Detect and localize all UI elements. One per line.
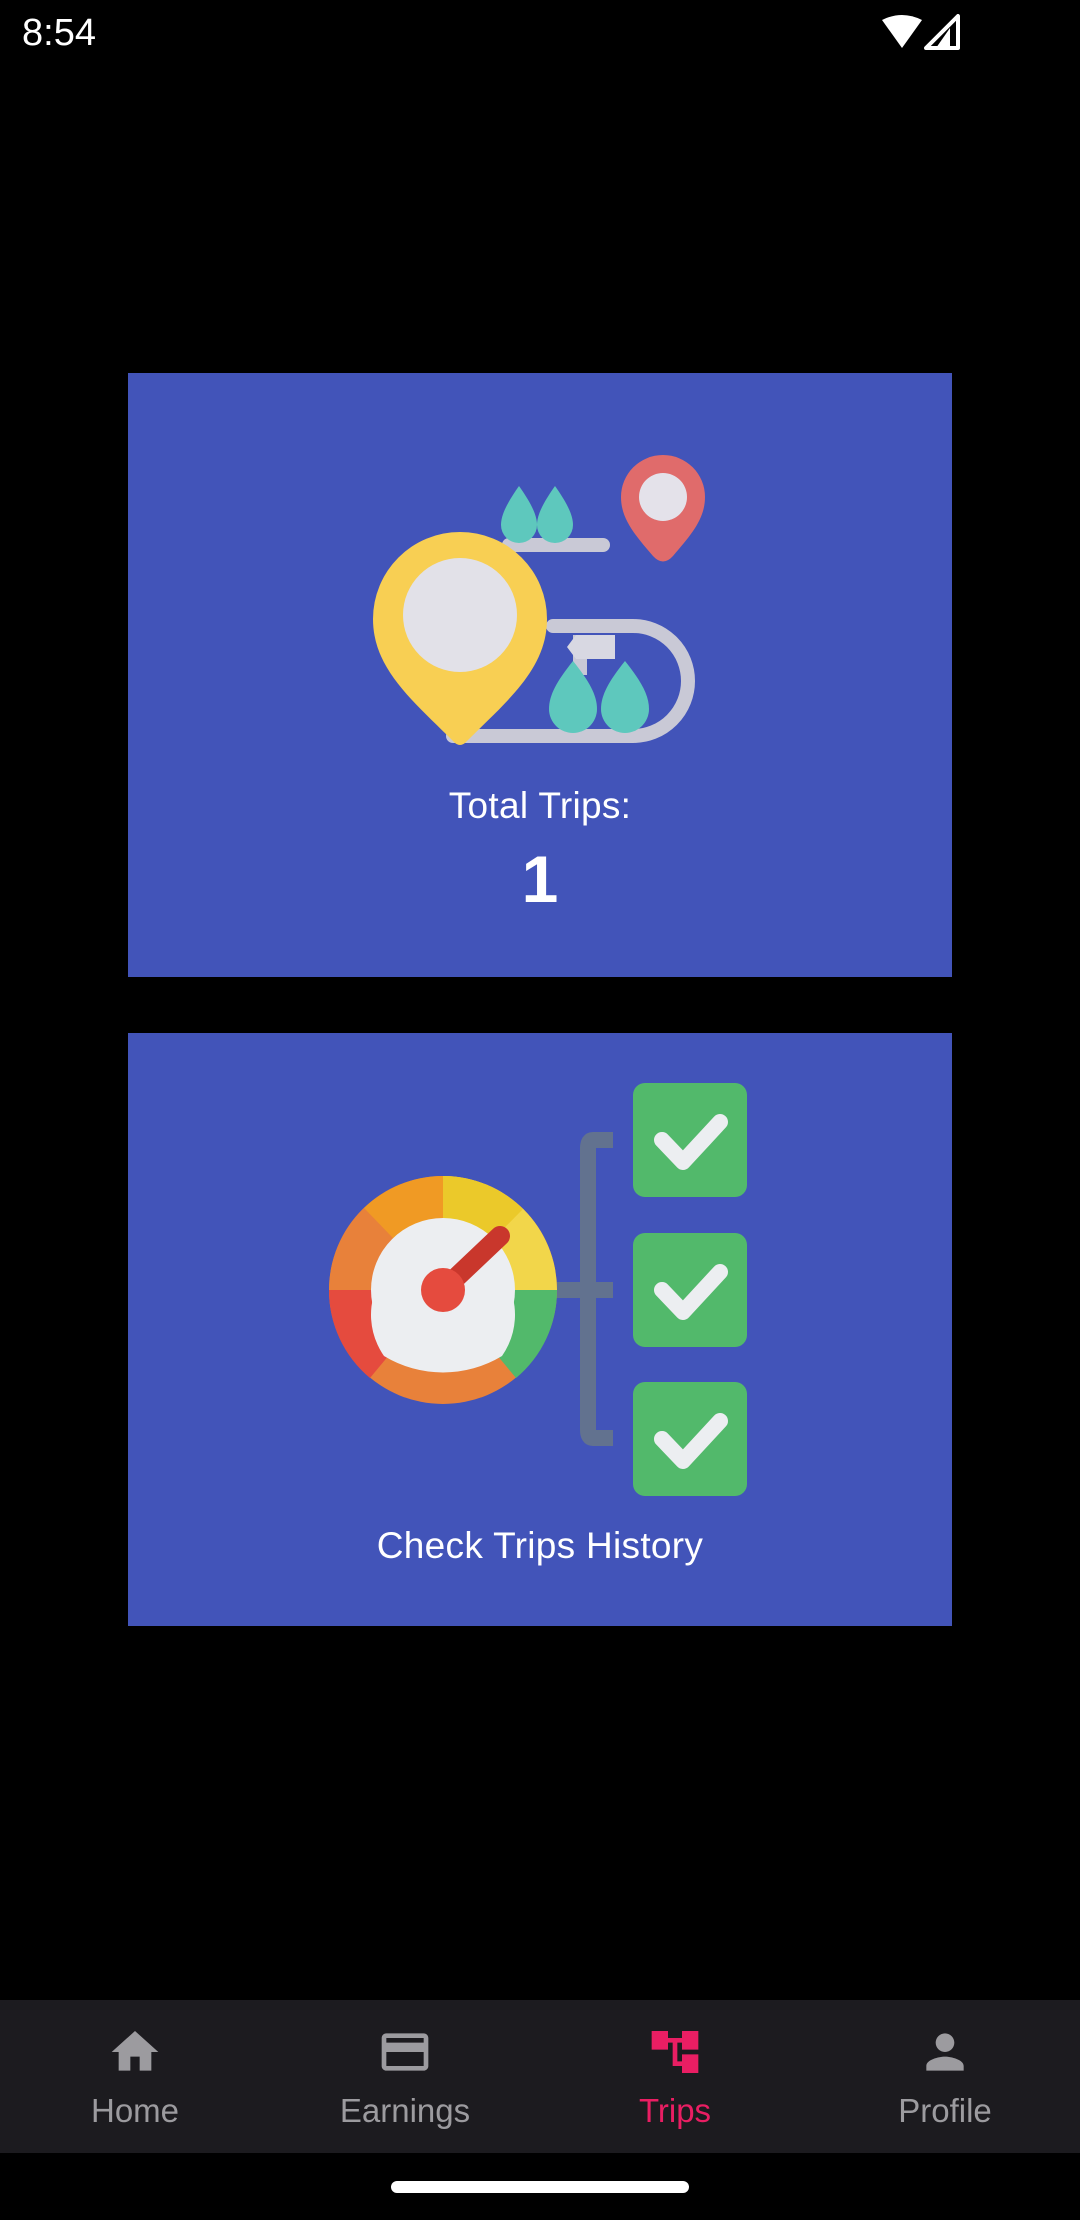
signal-status-icons — [882, 14, 960, 50]
nav-label-home: Home — [90, 2092, 180, 2129]
nav-item-home[interactable]: Home — [0, 2000, 270, 2153]
wifi-icon — [882, 15, 922, 48]
credit-card-icon — [381, 2033, 429, 2071]
home-indicator[interactable] — [391, 2181, 689, 2193]
nav-label-earnings: Earnings — [339, 2092, 471, 2129]
total-trips-label: Total Trips: — [448, 785, 632, 826]
total-trips-count: 1 — [521, 842, 559, 916]
total-trips-card[interactable]: Total Trips: 1 — [128, 373, 952, 977]
nav-item-profile[interactable]: Profile — [810, 2000, 1080, 2153]
person-icon — [926, 2033, 964, 2071]
speedometer-checklist-icon — [328, 1083, 747, 1496]
nav-label-profile: Profile — [898, 2092, 992, 2129]
trips-history-card[interactable]: Check Trips History — [128, 1033, 952, 1626]
trips-flow-icon — [651, 2031, 699, 2073]
nav-label-trips: Trips — [638, 2092, 712, 2129]
map-route-icon — [373, 455, 705, 745]
nav-item-trips[interactable]: Trips — [540, 2000, 810, 2153]
bottom-navigation: Home Earnings Trips Profile — [0, 2000, 1080, 2153]
status-time: 8:54 — [22, 12, 96, 54]
trips-history-label: Check Trips History — [376, 1525, 704, 1566]
nav-item-earnings[interactable]: Earnings — [270, 2000, 540, 2153]
home-icon — [111, 2031, 159, 2071]
status-bar: 8:54 — [0, 0, 1080, 66]
